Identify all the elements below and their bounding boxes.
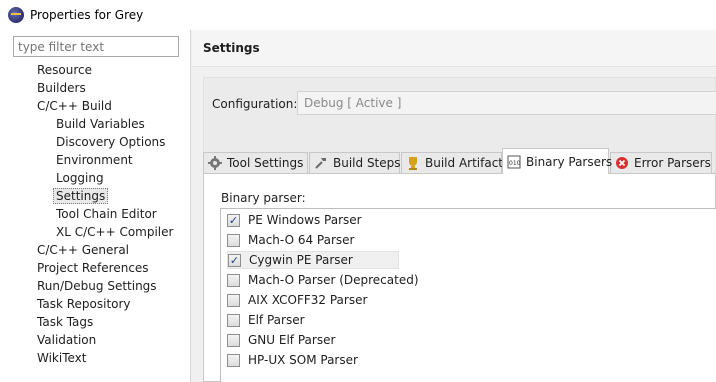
filter-input[interactable] [13, 36, 179, 57]
parser-item-mach-o-64[interactable]: Mach-O 64 Parser [227, 231, 354, 249]
parser-item-gnu-elf[interactable]: GNU Elf Parser [227, 331, 335, 349]
tree-item-build-variables[interactable]: Build Variables [0, 115, 191, 133]
configuration-label: Configuration: [212, 97, 298, 111]
checkbox-unchecked[interactable] [227, 313, 240, 327]
window-title: Properties for Grey [30, 8, 144, 22]
tree-item-resource[interactable]: Resource [0, 61, 191, 79]
checkbox-unchecked[interactable] [227, 233, 240, 247]
tree-item-tool-chain-editor[interactable]: Tool Chain Editor [0, 205, 191, 223]
tree-item-xl-compiler[interactable]: XL C/C++ Compiler [0, 223, 191, 241]
tab-build-artifact[interactable]: Build Artifact [401, 152, 503, 173]
configuration-select[interactable]: Debug [ Active ] [297, 91, 716, 115]
tree-item-cpp-general[interactable]: C/C++ General [0, 241, 191, 259]
binary-parser-list: ✓ PE Windows Parser Mach-O 64 Parser ✓ C… [220, 208, 716, 382]
checkbox-unchecked[interactable] [227, 333, 240, 347]
tool-settings-icon [208, 156, 222, 170]
parser-item-pe-windows[interactable]: ✓ PE Windows Parser [227, 211, 362, 229]
checkbox-unchecked[interactable] [227, 293, 240, 307]
binary-parsers-panel: Binary parser: ✓ PE Windows Parser Mach-… [203, 173, 716, 382]
tree-item-cpp-build[interactable]: C/C++ Build [0, 97, 191, 115]
property-tree: Resource Builders C/C++ Build Build Vari… [0, 61, 191, 367]
page-header: Settings [192, 30, 716, 67]
parser-item-cygwin-pe[interactable]: ✓ Cygwin PE Parser [227, 251, 399, 269]
tree-item-validation[interactable]: Validation [0, 331, 191, 349]
checkbox-checked[interactable]: ✓ [227, 213, 240, 227]
build-steps-icon [314, 156, 328, 170]
tab-binary-parsers[interactable]: 010 Binary Parsers [502, 148, 612, 174]
checkbox-unchecked[interactable] [227, 273, 240, 287]
tab-build-steps[interactable]: Build Steps [309, 152, 401, 173]
tree-item-logging[interactable]: Logging [0, 169, 191, 187]
settings-panel: Settings Configuration: Debug [ Active ]… [192, 30, 716, 382]
tab-bar: Tool Settings Build Steps Build Artifact… [203, 148, 716, 174]
tree-item-settings[interactable]: Settings [0, 187, 191, 205]
tab-tool-settings[interactable]: Tool Settings [203, 152, 308, 173]
tree-item-task-repository[interactable]: Task Repository [0, 295, 191, 313]
tree-item-task-tags[interactable]: Task Tags [0, 313, 191, 331]
eclipse-icon [8, 7, 24, 23]
error-parsers-icon [615, 156, 629, 170]
title-bar: Properties for Grey [0, 0, 716, 30]
checkbox-unchecked[interactable] [227, 353, 240, 367]
svg-text:010: 010 [509, 160, 521, 167]
parser-item-hp-ux-som[interactable]: HP-UX SOM Parser [227, 351, 358, 369]
tree-item-run-debug-settings[interactable]: Run/Debug Settings [0, 277, 191, 295]
tab-error-parsers[interactable]: Error Parsers [610, 152, 712, 173]
parser-item-elf[interactable]: Elf Parser [227, 311, 305, 329]
tree-item-discovery-options[interactable]: Discovery Options [0, 133, 191, 151]
page-title: Settings [203, 41, 260, 55]
checkbox-checked[interactable]: ✓ [228, 253, 241, 267]
tree-item-wikitext[interactable]: WikiText [0, 349, 191, 367]
parser-item-aix-xcoff32[interactable]: AIX XCOFF32 Parser [227, 291, 367, 309]
tree-item-builders[interactable]: Builders [0, 79, 191, 97]
build-artifact-icon [406, 156, 420, 170]
parser-item-mach-o-deprecated[interactable]: Mach-O Parser (Deprecated) [227, 271, 419, 289]
tree-item-project-references[interactable]: Project References [0, 259, 191, 277]
binary-parsers-icon: 010 [507, 155, 521, 169]
left-panel: Resource Builders C/C++ Build Build Vari… [0, 30, 191, 382]
tree-item-environment[interactable]: Environment [0, 151, 191, 169]
binary-parser-label: Binary parser: [221, 191, 306, 205]
